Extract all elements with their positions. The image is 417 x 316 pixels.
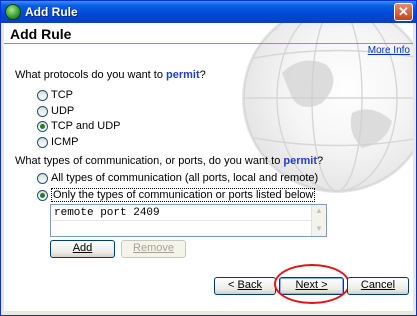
list-item[interactable]: remote port 2409 [52,206,311,221]
ports-listbox[interactable]: remote port 2409 ▲ ▼ [50,204,327,237]
header-band: Add Rule [4,23,413,44]
radio-icmp[interactable]: ICMP [37,135,79,149]
close-icon[interactable]: ✕ [394,3,413,21]
add-rule-window: Add Rule ✕ Add Rule More Info What proto… [0,0,417,316]
listbox-scrollbar[interactable]: ▲ ▼ [311,205,326,236]
cancel-button[interactable]: Cancel [347,277,409,295]
radio-button[interactable] [37,172,48,184]
highlight-circle [274,264,350,304]
radio-all-communication[interactable]: All types of communication (all ports, l… [37,171,318,185]
radio-button[interactable] [37,136,48,148]
radio-tcp[interactable]: TCP [37,88,73,102]
radio-tcp-and-udp[interactable]: TCP and UDP [37,119,121,133]
radio-udp[interactable]: UDP [37,104,74,118]
radio-button-selected[interactable] [37,189,48,201]
radio-button[interactable] [37,89,48,101]
radio-button[interactable] [37,105,48,117]
back-button[interactable]: < Back [214,277,276,295]
ports-question: What types of communication, or ports, d… [15,155,324,167]
scroll-up-arrow-icon[interactable]: ▲ [314,206,324,216]
globe-shield-icon [5,4,21,20]
more-info-link[interactable]: More Info [368,45,410,56]
page-title: Add Rule [10,26,72,42]
radio-listed-ports-only[interactable]: Only the types of communication or ports… [37,188,316,202]
radio-button-selected[interactable] [37,120,48,132]
protocols-question: What protocols do you want to permit? [15,69,206,81]
title-bar[interactable]: Add Rule ✕ [1,1,416,23]
window-title: Add Rule [25,5,78,19]
dialog-content: Add Rule More Info What protocols do you… [4,23,413,311]
add-button[interactable]: Add [50,240,115,258]
remove-button[interactable]: Remove [121,240,186,258]
scroll-down-arrow-icon[interactable]: ▼ [314,224,324,234]
